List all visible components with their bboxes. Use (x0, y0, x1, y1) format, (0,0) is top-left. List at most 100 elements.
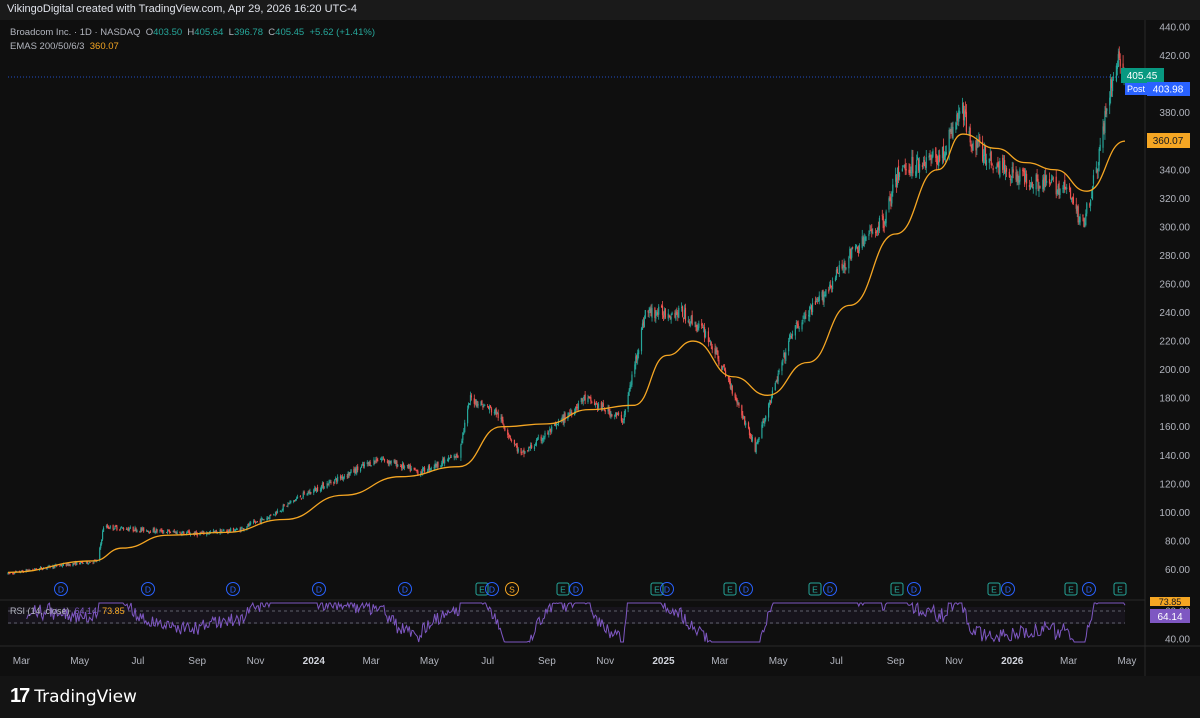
price-tick-label: 140.00 (1159, 451, 1190, 462)
candle-body (283, 504, 285, 506)
svg-text:E: E (479, 585, 485, 595)
candle-body (925, 157, 927, 168)
candle-body (316, 487, 319, 492)
candle-body (156, 529, 158, 532)
candle-body (286, 505, 288, 507)
candle-body (497, 412, 499, 419)
candle-body (777, 373, 779, 382)
candle-body (1050, 180, 1053, 183)
candle-body (985, 159, 988, 166)
candle-body (330, 481, 332, 483)
svg-text:D: D (827, 585, 833, 595)
candle-body (858, 245, 860, 251)
candle-body (724, 368, 726, 371)
rsi-band-text: 73.85 (1159, 597, 1182, 607)
attribution-text: VikingoDigital created with TradingView.… (7, 3, 357, 15)
rsi-tick-label: 40.00 (1165, 635, 1190, 646)
candle-body (280, 511, 282, 512)
candle-body (628, 390, 630, 396)
candle-body (509, 435, 511, 437)
candle-body (767, 403, 770, 418)
candle-body (357, 466, 359, 471)
candle-body (661, 305, 664, 316)
candle-body (711, 346, 713, 350)
candle-body (1032, 187, 1034, 189)
candle-body (403, 466, 406, 468)
candle-body (662, 315, 665, 318)
rsi-value: 64.14 (74, 606, 98, 616)
svg-text:E: E (894, 585, 900, 595)
candle-body (991, 164, 993, 166)
candle-body (1097, 168, 1099, 171)
candle-body (249, 523, 251, 526)
candle-body (856, 247, 859, 250)
candle-body (789, 335, 791, 340)
price-tick-label: 60.00 (1165, 565, 1190, 576)
svg-text:E: E (1068, 585, 1074, 595)
candle-body (123, 528, 125, 530)
candle-body (544, 432, 546, 438)
tradingview-wordmark: TradingView (34, 686, 137, 707)
candle-body (414, 467, 416, 470)
candle-body (604, 409, 606, 412)
chart-area[interactable]: DDDDDEDSEDEDEDEDEDEDEDE 440.00420.00380.… (0, 20, 1200, 676)
time-tick-label: Mar (1060, 656, 1078, 667)
candle-body (627, 395, 629, 410)
candle-body (745, 422, 747, 426)
candle-body (597, 403, 600, 408)
candle-body (447, 457, 450, 462)
candle-body (723, 365, 725, 367)
candle-body (223, 530, 225, 532)
candle-body (295, 498, 298, 500)
candle-body (359, 467, 362, 472)
candle-body (939, 154, 941, 161)
candle-body (623, 414, 625, 421)
ohlc-legend: Broadcom Inc. · 1D · NASDAQ O403.50 H405… (10, 27, 375, 38)
candle-body (948, 129, 950, 155)
candle-body (396, 461, 398, 468)
candle-body (183, 531, 185, 535)
close-value: 405.45 (275, 27, 305, 38)
footer: 17 TradingView (0, 676, 1200, 718)
candle-body (360, 465, 363, 468)
candle-body (1045, 175, 1047, 181)
time-tick-label: 2024 (303, 656, 326, 667)
svg-text:E: E (727, 585, 733, 595)
candle-body (655, 313, 657, 319)
candle-body (1008, 171, 1010, 178)
change-value: +5.62 (+1.41%) (309, 27, 376, 38)
candle-body (350, 469, 352, 473)
high-value: 405.64 (194, 27, 224, 38)
candle-body (510, 437, 512, 440)
candle-body (630, 384, 632, 386)
candle-body (794, 325, 796, 336)
candle-body (515, 443, 517, 446)
svg-text:D: D (58, 585, 64, 595)
candle-body (757, 440, 759, 443)
candle-body (932, 150, 934, 157)
candle-body (828, 289, 830, 292)
candle-body (816, 298, 818, 300)
candle-body (116, 526, 118, 530)
open-value: 403.50 (153, 27, 183, 38)
candle-body (303, 491, 305, 494)
candle-body (537, 437, 539, 439)
candle-body (282, 505, 284, 511)
candle-body (917, 156, 919, 160)
candle-body (1012, 169, 1014, 173)
candle-body (373, 459, 375, 465)
candle-body (1025, 173, 1028, 184)
candle-body (517, 448, 519, 452)
svg-text:E: E (991, 585, 997, 595)
svg-text:E: E (560, 585, 566, 595)
candle-body (1005, 167, 1008, 172)
candle-body (343, 476, 345, 478)
candle-body (470, 395, 473, 398)
last-price-text: 405.45 (1127, 71, 1158, 82)
time-tick-label: Jul (481, 656, 494, 667)
svg-text:D: D (743, 585, 749, 595)
tradingview-logo[interactable]: 17 TradingView (10, 685, 137, 708)
candle-body (838, 265, 840, 274)
candle-body (208, 533, 210, 535)
candle-body (444, 459, 446, 464)
